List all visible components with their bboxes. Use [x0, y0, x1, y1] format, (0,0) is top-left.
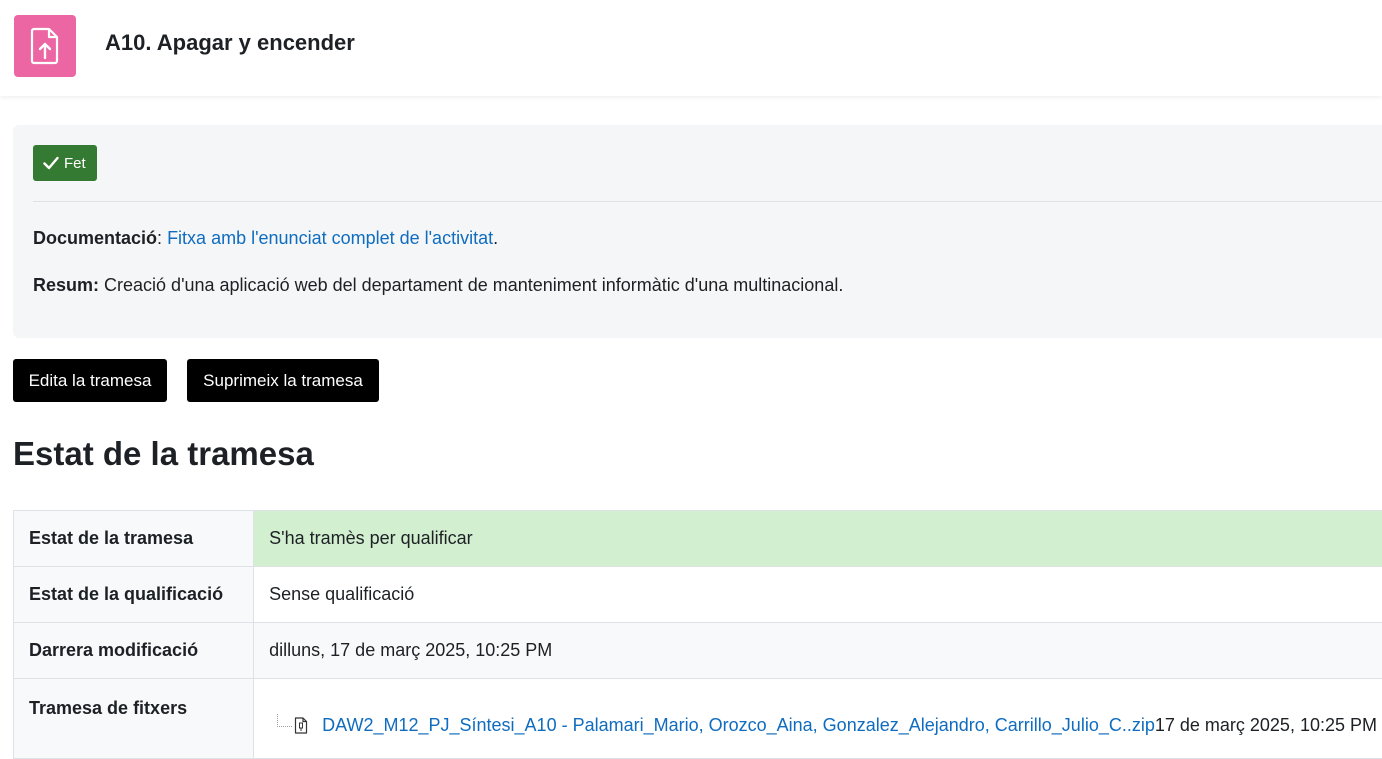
check-icon [43, 156, 59, 170]
assignment-upload-icon [14, 15, 76, 77]
divider [33, 201, 1382, 202]
summary-text: Creació d'una aplicació web del departam… [104, 275, 843, 295]
completion-badge-label: Fet [64, 155, 86, 172]
grading-status-value: Sense qualificació [254, 567, 1382, 623]
page-title: A10. Apagar y encender [105, 28, 355, 58]
row-label: Estat de la tramesa [14, 511, 254, 567]
submission-status-value: S'ha tramès per qualificar [254, 511, 1382, 567]
completion-badge: Fet [33, 145, 97, 181]
file-tree-item: DAW2_M12_PJ_Síntesi_A10 - Palamari_Mario… [277, 715, 1377, 736]
row-label: Estat de la qualificació [14, 567, 254, 623]
submission-status-heading: Estat de la tramesa [13, 432, 314, 476]
submitted-file-link[interactable]: DAW2_M12_PJ_Síntesi_A10 - Palamari_Mario… [322, 715, 1155, 736]
row-label: Tramesa de fitxers [14, 679, 254, 759]
last-modified-value: dilluns, 17 de març 2025, 10:25 PM [254, 623, 1382, 679]
submission-status-table: Estat de la tramesa S'ha tramès per qual… [13, 510, 1382, 759]
documentation-line: Documentació: Fitxa amb l'enunciat compl… [33, 226, 498, 250]
archive-file-icon [294, 717, 308, 734]
documentation-link[interactable]: Fitxa amb l'enunciat complet de l'activi… [167, 228, 493, 248]
submitted-file-date: 17 de març 2025, 10:25 PM [1155, 715, 1377, 736]
delete-submission-button[interactable]: Suprimeix la tramesa [187, 359, 379, 402]
file-submissions-value: DAW2_M12_PJ_Síntesi_A10 - Palamari_Mario… [254, 679, 1382, 759]
row-label: Darrera modificació [14, 623, 254, 679]
documentation-label: Documentació [33, 228, 157, 248]
table-row: Estat de la tramesa S'ha tramès per qual… [14, 511, 1382, 567]
activity-header: A10. Apagar y encender [0, 0, 1382, 96]
tree-connector [277, 714, 292, 727]
table-row: Estat de la qualificació Sense qualifica… [14, 567, 1382, 623]
documentation-trailing: . [493, 228, 498, 248]
activity-info-box: Fet Documentació: Fitxa amb l'enunciat c… [13, 125, 1382, 338]
summary-line: Resum: Creació d'una aplicació web del d… [33, 273, 843, 297]
table-row: Darrera modificació dilluns, 17 de març … [14, 623, 1382, 679]
documentation-separator: : [157, 228, 162, 248]
summary-label: Resum: [33, 275, 99, 295]
edit-submission-button[interactable]: Edita la tramesa [13, 359, 167, 402]
table-row: Tramesa de fitxers DAW2_M12_PJ_Síntesi_A… [14, 679, 1382, 759]
